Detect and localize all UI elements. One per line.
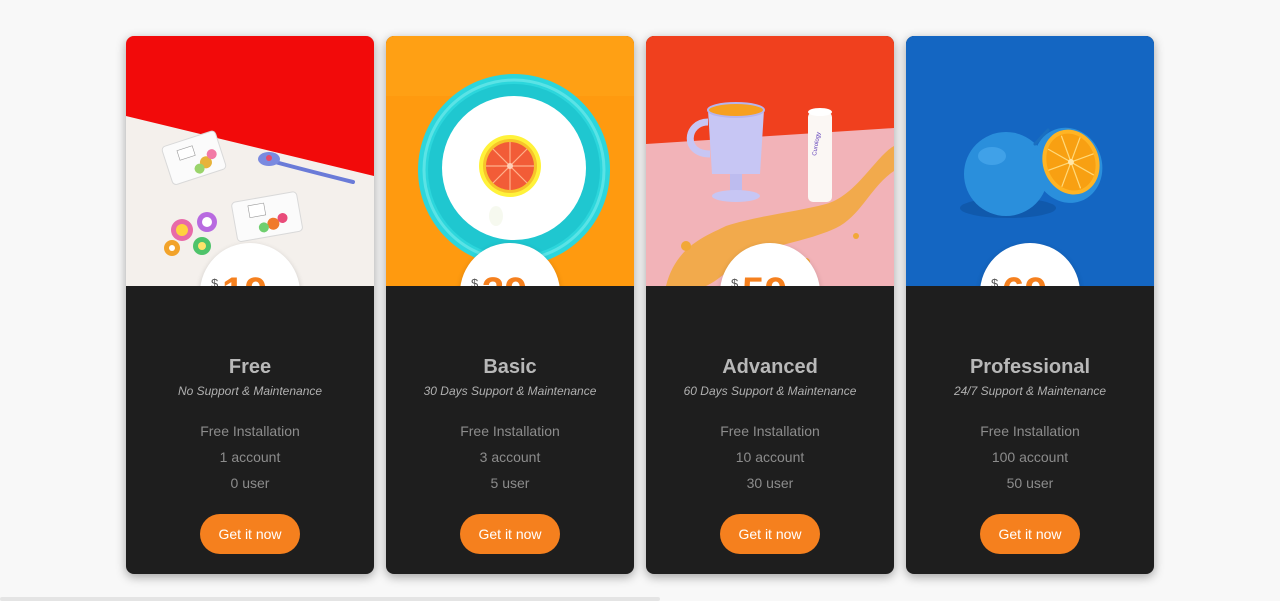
get-it-now-button[interactable]: Get it now: [720, 514, 820, 554]
price-amount: 19: [222, 269, 268, 286]
feature-item: Free Installation: [460, 423, 560, 439]
feature-item: 1 account: [219, 449, 281, 465]
plan-name: Free: [228, 356, 272, 378]
plan-support: 30 Days Support & Maintenance: [423, 384, 597, 398]
price-amount: 69: [1002, 269, 1048, 286]
plan-name: Professional: [969, 356, 1091, 378]
feature-item: 5 user: [490, 475, 530, 491]
price-currency: $: [731, 276, 739, 286]
plan-name: Basic: [483, 356, 537, 378]
plan-support: 24/7 Support & Maintenance: [953, 384, 1107, 398]
price-amount: 59: [742, 269, 788, 286]
pricing-cards: $ 19 /m Free No Support & Maintenance Fr…: [126, 36, 1154, 574]
price-currency: $: [211, 276, 219, 286]
grapefruit-photo: $ 39 /m: [386, 36, 634, 286]
plan-support: No Support & Maintenance: [177, 384, 323, 398]
pricing-card-advanced: Curology $ 59 /m Advanced 60 Days Suppor…: [646, 36, 894, 574]
plan-support: 60 Days Support & Maintenance: [683, 384, 857, 398]
pricing-card-free: $ 19 /m Free No Support & Maintenance Fr…: [126, 36, 374, 574]
get-it-now-button[interactable]: Get it now: [200, 514, 300, 554]
price-currency: $: [471, 276, 479, 286]
feature-list: Free Installation 10 account 30 user: [646, 420, 894, 498]
feature-item: Free Installation: [200, 423, 300, 439]
horizontal-scrollbar[interactable]: [0, 597, 660, 601]
get-it-now-button[interactable]: Get it now: [980, 514, 1080, 554]
feature-item: 10 account: [735, 449, 805, 465]
feature-item: Free Installation: [980, 423, 1080, 439]
spilled-juice-photo: Curology $ 59 /m: [646, 36, 894, 286]
feature-item: 0 user: [230, 475, 270, 491]
feature-item: 50 user: [1006, 475, 1054, 491]
feature-item: 30 user: [746, 475, 794, 491]
feature-list: Free Installation 100 account 50 user: [906, 420, 1154, 498]
blue-orange-photo: $ 69 /m: [906, 36, 1154, 286]
pricing-card-professional: $ 69 /m Professional 24/7 Support & Main…: [906, 36, 1154, 574]
feature-item: 100 account: [991, 449, 1069, 465]
feature-list: Free Installation 3 account 5 user: [386, 420, 634, 498]
price-amount: 39: [482, 269, 528, 286]
feature-item: Free Installation: [720, 423, 820, 439]
candy-photo: $ 19 /m: [126, 36, 374, 286]
feature-list: Free Installation 1 account 0 user: [126, 420, 374, 498]
plan-name: Advanced: [722, 356, 818, 378]
price-currency: $: [991, 276, 999, 286]
pricing-page: $ 19 /m Free No Support & Maintenance Fr…: [0, 0, 1280, 601]
get-it-now-button[interactable]: Get it now: [460, 514, 560, 554]
feature-item: 3 account: [479, 449, 541, 465]
pricing-card-basic: $ 39 /m Basic 30 Days Support & Maintena…: [386, 36, 634, 574]
